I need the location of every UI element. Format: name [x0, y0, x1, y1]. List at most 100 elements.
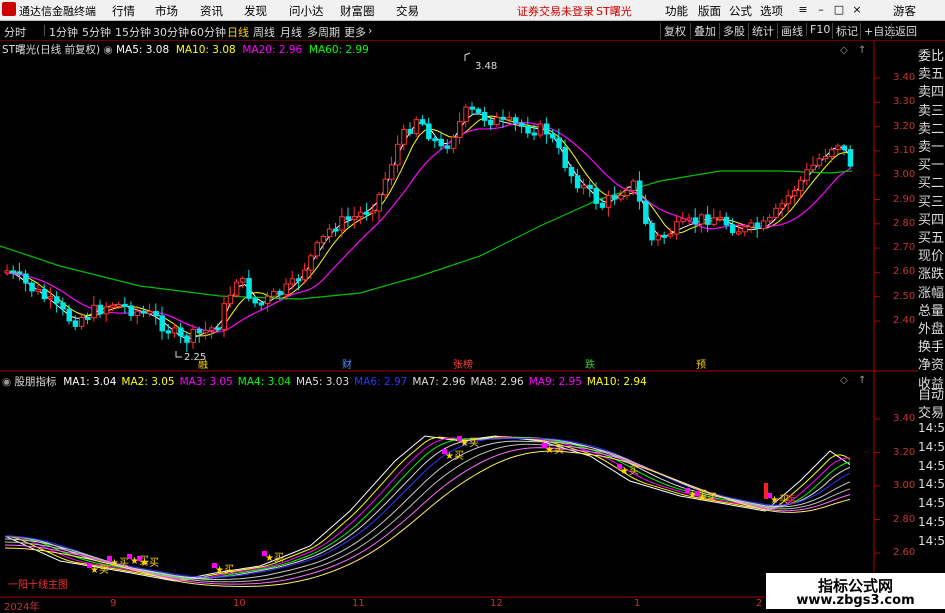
period-monthly[interactable]: 月线 — [280, 24, 302, 40]
candle-body[interactable] — [829, 149, 835, 158]
candle-body[interactable] — [271, 290, 277, 297]
candle-body[interactable] — [246, 278, 252, 299]
period-60min[interactable]: 60分钟 — [190, 24, 226, 40]
side-item[interactable]: 卖二 — [918, 118, 945, 137]
candle-body[interactable] — [184, 335, 190, 343]
candle-body[interactable] — [196, 328, 203, 334]
chevron-right-icon[interactable]: › — [368, 24, 372, 37]
candle-body[interactable] — [29, 282, 35, 292]
candle-body[interactable] — [407, 129, 413, 134]
candle-body[interactable] — [401, 129, 407, 145]
candle-body[interactable] — [395, 143, 401, 166]
candle-body[interactable] — [190, 328, 196, 343]
side-item[interactable]: 换手 — [918, 336, 945, 355]
candle-body[interactable] — [4, 270, 10, 274]
candle-body[interactable] — [60, 302, 66, 310]
candle-body[interactable] — [16, 271, 23, 275]
candle-body[interactable] — [450, 136, 457, 149]
candle-body[interactable] — [419, 119, 426, 125]
candle-body[interactable] — [314, 242, 320, 257]
candle-body[interactable] — [618, 194, 624, 200]
candle-body[interactable] — [661, 234, 668, 238]
btn-tongji[interactable]: 统计 — [748, 23, 774, 39]
candle-body[interactable] — [258, 302, 265, 306]
candle-body[interactable] — [345, 216, 351, 221]
candle-body[interactable] — [680, 218, 686, 223]
candle-body[interactable] — [748, 222, 754, 228]
candle-body[interactable] — [785, 195, 792, 205]
candle-body[interactable] — [227, 294, 234, 305]
candle-body[interactable] — [581, 184, 587, 189]
candle-body[interactable] — [252, 297, 258, 304]
side-item[interactable]: 委比 — [918, 45, 945, 64]
side-item[interactable]: 买三 — [918, 191, 945, 210]
candle-body[interactable] — [674, 221, 680, 235]
candle-body[interactable] — [289, 278, 296, 285]
period-1min[interactable]: 1分钟 — [49, 24, 78, 40]
login-notice[interactable]: 证券交易未登录 — [517, 3, 594, 19]
side-item[interactable]: 卖五 — [918, 63, 945, 82]
candle-body[interactable] — [630, 180, 637, 192]
menu-banmian[interactable]: 版面 — [698, 3, 721, 19]
candle-body[interactable] — [426, 123, 432, 140]
menu-zixun[interactable]: 资讯 — [200, 3, 223, 19]
candle-body[interactable] — [54, 296, 60, 304]
candle-body[interactable] — [283, 283, 289, 296]
candle-body[interactable] — [339, 216, 345, 231]
candle-body[interactable] — [165, 330, 172, 334]
btn-f10[interactable]: F10 — [806, 23, 830, 36]
candle-body[interactable] — [47, 296, 54, 300]
candle-body[interactable] — [711, 217, 717, 225]
candle-body[interactable] — [568, 166, 575, 177]
candle-body[interactable] — [128, 305, 134, 317]
candle-body[interactable] — [791, 190, 798, 197]
candle-body[interactable] — [364, 211, 370, 215]
candle-body[interactable] — [488, 119, 494, 126]
candle-body[interactable] — [519, 122, 525, 127]
menu-jiaoyi[interactable]: 交易 — [396, 3, 419, 19]
side-item[interactable]: 涨跌 — [918, 263, 945, 282]
period-5min[interactable]: 5分钟 — [82, 24, 111, 40]
event-zhangbang[interactable]: 张榜 — [453, 358, 473, 371]
period-multi[interactable]: 多周期 — [307, 24, 340, 40]
candle-body[interactable] — [469, 106, 475, 110]
candle-body[interactable] — [221, 303, 227, 331]
side-item[interactable]: 现价 — [918, 245, 945, 264]
candle-body[interactable] — [779, 203, 785, 209]
user-label[interactable]: 游客 — [893, 3, 916, 19]
candle-body[interactable] — [376, 194, 382, 212]
candle-body[interactable] — [388, 164, 395, 180]
menu-shichang[interactable]: 市场 — [155, 3, 178, 19]
candle-body[interactable] — [122, 303, 128, 307]
btn-fanhui[interactable]: 返回 — [891, 23, 917, 39]
candle-body[interactable] — [382, 178, 389, 196]
event-die[interactable]: 跌 — [585, 358, 595, 371]
period-30min[interactable]: 30分钟 — [153, 24, 189, 40]
candle-body[interactable] — [593, 188, 599, 204]
candle-body[interactable] — [475, 108, 482, 113]
candle-body[interactable] — [320, 235, 327, 244]
candle-body[interactable] — [835, 145, 841, 151]
btn-biaoji[interactable]: 标记 — [832, 23, 858, 39]
candle-body[interactable] — [91, 304, 97, 319]
candle-body[interactable] — [717, 216, 723, 220]
candle-body[interactable] — [351, 216, 358, 221]
period-more[interactable]: 更多 — [344, 24, 366, 40]
btn-fuquan[interactable]: 复权 — [660, 23, 686, 39]
candle-body[interactable] — [686, 217, 692, 221]
candle-body[interactable] — [116, 303, 122, 307]
candle-body[interactable] — [562, 146, 568, 168]
candle-body[interactable] — [97, 304, 103, 315]
candle-body[interactable] — [574, 175, 581, 189]
candle-body[interactable] — [692, 217, 699, 225]
candle-body[interactable] — [599, 202, 606, 208]
candle-body[interactable] — [587, 184, 593, 190]
candle-body[interactable] — [500, 116, 506, 120]
candle-body[interactable] — [463, 106, 469, 123]
candle-body[interactable] — [550, 133, 556, 139]
arrow-up-icon-2[interactable]: ↑ — [858, 375, 866, 386]
btn-diejia[interactable]: 叠加 — [690, 23, 716, 39]
candle-body[interactable] — [822, 156, 829, 160]
diamond-icon[interactable]: ◇ — [840, 45, 848, 56]
candle-body[interactable] — [612, 195, 618, 200]
